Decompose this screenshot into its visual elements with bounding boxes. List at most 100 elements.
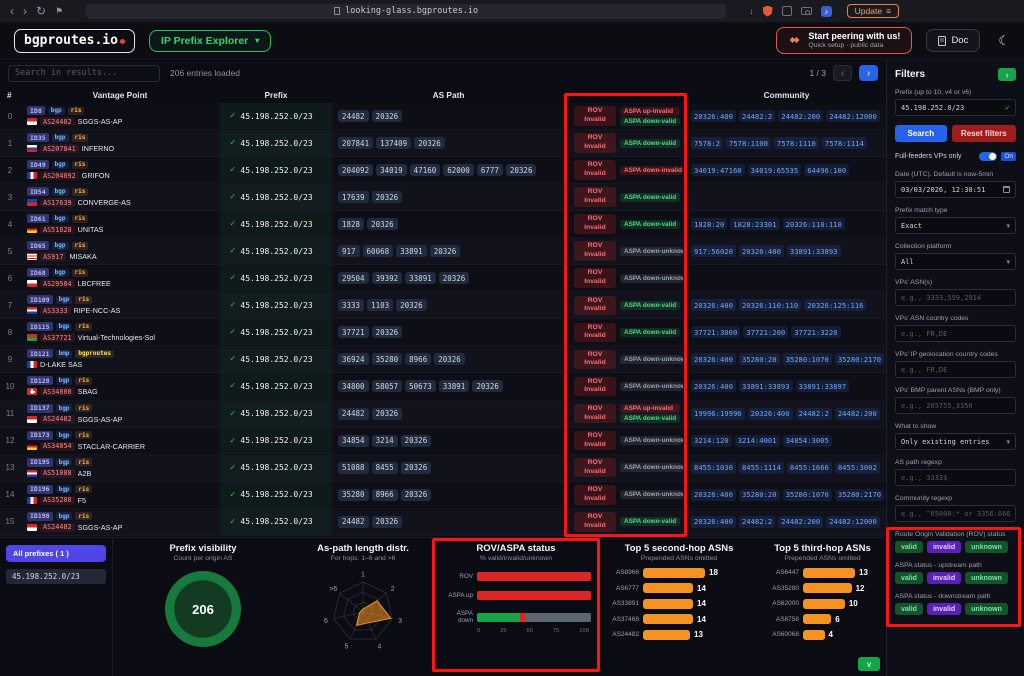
vp-tag-ris: ris <box>72 134 89 142</box>
filter-select[interactable]: Only existing entries▾ <box>895 433 1016 450</box>
tick-label: 75 <box>553 628 559 634</box>
filter-input[interactable]: 45.198.252.0/23✓ <box>895 99 1016 116</box>
prefix-value: 45.198.252.0/23 <box>240 112 312 121</box>
calendar-icon[interactable] <box>1003 186 1010 193</box>
search-input[interactable] <box>8 65 160 82</box>
prefix-list-item[interactable]: 45.198.252.0/23 <box>6 569 106 584</box>
status-filter-chip-unknown[interactable]: unknown <box>965 541 1008 553</box>
full-feeders-toggle[interactable] <box>979 152 997 161</box>
camera-icon[interactable] <box>801 7 812 15</box>
table-row[interactable]: 9 ID121 bmpbgproutes D-LAKE SAS ✓ 45.198… <box>0 346 886 373</box>
table-row[interactable]: 7 ID109 bgpris AS3333 RIPE-NCC-AS ✓ 45.1… <box>0 292 886 319</box>
table-row[interactable]: 5 ID65 bgpris AS917 MISAKA ✓ 45.198.252.… <box>0 238 886 265</box>
download-icon[interactable]: ↓ <box>749 7 754 16</box>
vp-id-badge: ID54 <box>27 187 49 196</box>
table-row[interactable]: 12 ID173 bgpris AS34854 STACLAR-CARRIER … <box>0 428 886 455</box>
filter-input[interactable]: e.g., 205755,3356 <box>895 397 1016 414</box>
main-area: 206 entries loaded 1 / 3 ‹ › # Vantage P… <box>0 60 886 676</box>
table-row[interactable]: 2 ID49 bgpris AS204092 GRIFON ✓ 45.198.2… <box>0 157 886 184</box>
vp-id-badge: ID121 <box>27 349 53 358</box>
bookmark-icon[interactable]: ⚑ <box>55 7 63 16</box>
table-row[interactable]: 4 ID61 bgpris AS51828 UNITAS ✓ 45.198.25… <box>0 211 886 238</box>
table-row[interactable]: 0 ID8 bgpris AS24482 SGGS-AS-AP ✓ 45.198… <box>0 103 886 130</box>
status-filter-chip-unknown[interactable]: unknown <box>965 603 1008 615</box>
as-hop: 33891 <box>405 272 436 284</box>
reload-icon[interactable]: ↻ <box>36 5 46 17</box>
rov-value: Invalid <box>576 359 614 368</box>
filter-input[interactable]: e.g., FR,DE <box>895 325 1016 342</box>
table-row[interactable]: 6 ID68 bgpris AS29504 LBCFREE ✓ 45.198.2… <box>0 265 886 292</box>
filter-select[interactable]: Exact▾ <box>895 217 1016 234</box>
next-page-button[interactable]: › <box>859 65 878 81</box>
start-peering-button[interactable]: Start peering with us! Quick setup · pub… <box>776 27 912 55</box>
table-row[interactable]: 14 ID196 bgpris AS35280 F5 ✓ 45.198.252.… <box>0 482 886 509</box>
table-row[interactable]: 15 ID198 bgpris AS24482 SGGS-AS-AP ✓ 45.… <box>0 509 886 536</box>
table-row[interactable]: 3 ID54 bgpris AS17639 CONVERGE-AS ✓ 45.1… <box>0 184 886 211</box>
prev-page-button[interactable]: ‹ <box>833 65 852 81</box>
back-icon[interactable]: ‹ <box>10 5 14 17</box>
filter-input[interactable]: e.g., FR,DE <box>895 361 1016 378</box>
forward-icon[interactable]: › <box>23 5 27 17</box>
vp-tags: bgpris <box>52 242 89 250</box>
table-row[interactable]: 8 ID115 bgpris AS37721 Virtual-Technolog… <box>0 319 886 346</box>
check-icon: ✓ <box>230 111 235 121</box>
vp-name: Virtual-Technologies-Sol <box>78 333 155 342</box>
community-cell: 34019:4716034019:6553564496:100 <box>687 157 886 183</box>
search-button[interactable]: Search <box>895 125 947 142</box>
table-row[interactable]: 11 ID137 bgpris AS24482 SGGS-AS-AP ✓ 45.… <box>0 401 886 428</box>
status-filter-chip-invalid[interactable]: invalid <box>927 572 961 584</box>
status-filter-chip-valid[interactable]: valid <box>895 541 923 553</box>
aspa-badges: ASPA up-invalidASPA down-valid <box>620 107 680 126</box>
media-icon[interactable]: ♪ <box>821 6 832 17</box>
status-filter-chip-valid[interactable]: valid <box>895 603 923 615</box>
tick-label: 50 <box>527 628 533 634</box>
second-hop-bars: AS896618AS677714AS3389114AS3746814AS2448… <box>599 568 759 640</box>
dark-mode-toggle-icon[interactable]: ☾ <box>998 33 1010 49</box>
table-row[interactable]: 10 ID128 bgpris AS34800 SBAG ✓ 45.198.25… <box>0 373 886 400</box>
filter-label: Prefix match type <box>895 207 1016 214</box>
collapse-sidebar-button[interactable]: › <box>998 68 1016 81</box>
community-chip: 24482:2 <box>739 110 775 122</box>
table-row[interactable]: 1 ID35 bgpris AS207841 INFERNO ✓ 45.198.… <box>0 130 886 157</box>
filter-input[interactable]: e.g., 3333,559,2914 <box>895 289 1016 306</box>
filter-input[interactable]: e.g., ^65000:* or 3356:666$ <box>895 505 1016 522</box>
filter-input[interactable]: e.g., 3333$ <box>895 469 1016 486</box>
as-hop: 20326 <box>372 516 403 528</box>
country-flag-icon <box>27 145 37 152</box>
extensions-icon[interactable] <box>782 6 792 16</box>
status-filter-chip-unknown[interactable]: unknown <box>965 572 1008 584</box>
as-hop: 20326 <box>414 137 445 149</box>
status-filter-chip-invalid[interactable]: invalid <box>927 603 961 615</box>
logo[interactable]: bgproutes.io <box>14 29 135 53</box>
expand-button[interactable]: ∨ <box>858 657 880 671</box>
update-button[interactable]: Update ≡ <box>847 4 899 18</box>
reset-filters-button[interactable]: Reset filters <box>952 125 1016 142</box>
entries-loaded-text: 206 entries loaded <box>170 68 240 78</box>
prefix-explorer-button[interactable]: IP Prefix Explorer ▾ <box>149 30 271 52</box>
all-prefixes-button[interactable]: All prefixes ( 1 ) <box>6 545 106 562</box>
community-chip: 1828:20 <box>691 218 727 230</box>
status-filter-chip-valid[interactable]: valid <box>895 572 923 584</box>
country-flag-icon <box>27 334 37 341</box>
top5-asn-label: AS62000 <box>765 600 799 607</box>
filter-input[interactable]: 03/03/2026, 12:30:51 <box>895 181 1016 198</box>
status-chip-row: valid invalid unknown <box>895 541 1016 553</box>
row-index: 13 <box>0 455 20 481</box>
aspa-status-badge: ASPA down-unknown <box>620 463 683 472</box>
filter-select[interactable]: All▾ <box>895 253 1016 270</box>
community-chip: 20326:400 <box>691 299 736 311</box>
shield-icon[interactable] <box>763 6 773 17</box>
doc-button[interactable]: Doc <box>926 29 980 52</box>
prefix-value: 45.198.252.0/23 <box>240 220 312 229</box>
filter-groups: Prefix (up to 10, v4 or v6)45.198.252.0/… <box>895 89 1016 615</box>
address-bar[interactable]: looking-glass.bgproutes.io <box>86 4 726 19</box>
row-index: 7 <box>0 292 20 318</box>
vp-tag-ris: ris <box>75 323 92 331</box>
svg-text:2: 2 <box>391 586 395 593</box>
community-chip: 37721:3220 <box>791 326 840 338</box>
vantage-point-cell: ID128 bgpris AS34800 SBAG <box>20 373 220 399</box>
status-filter-chip-invalid[interactable]: invalid <box>927 541 961 553</box>
rov-value: Invalid <box>576 332 614 341</box>
table-row[interactable]: 13 ID195 bgpris AS51088 A2B ✓ 45.198.252… <box>0 455 886 482</box>
vp-name: F5 <box>78 496 86 505</box>
